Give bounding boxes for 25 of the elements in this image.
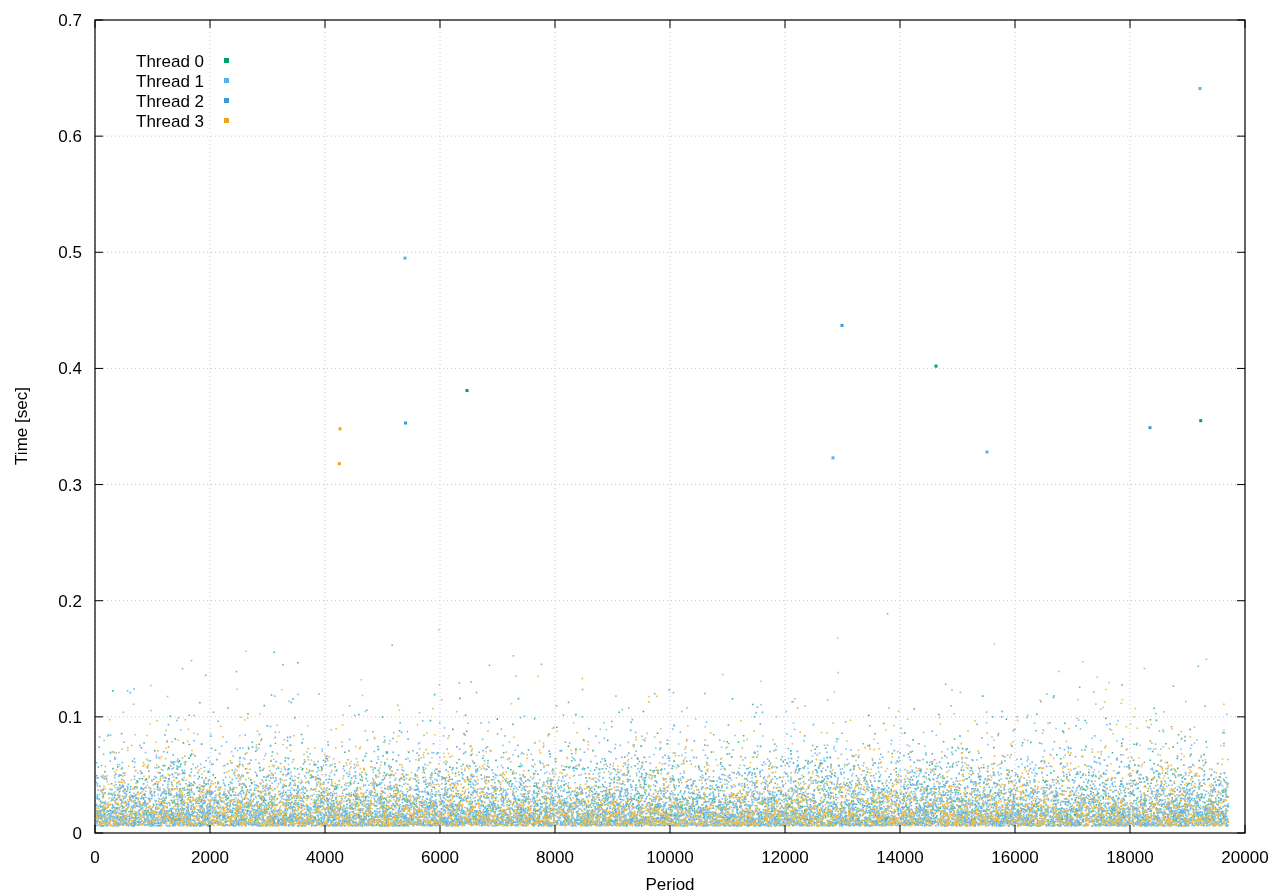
x-tick-label: 6000 bbox=[421, 848, 459, 867]
x-tick-label: 2000 bbox=[191, 848, 229, 867]
x-axis-title: Period bbox=[645, 875, 695, 894]
y-tick-label: 0.1 bbox=[58, 707, 82, 727]
y-tick-label: 0.6 bbox=[58, 127, 82, 147]
x-tick-label: 0 bbox=[90, 848, 100, 867]
x-tick-label: 20000 bbox=[1221, 848, 1269, 867]
x-tick-label: 16000 bbox=[991, 848, 1039, 867]
y-tick-label: 0.3 bbox=[58, 475, 82, 495]
y-tick-label: 0 bbox=[72, 824, 82, 843]
x-tick-label: 10000 bbox=[646, 848, 694, 867]
x-tick-label: 4000 bbox=[306, 848, 344, 867]
y-tick-label: 0.4 bbox=[58, 359, 82, 379]
legend-label: Thread 1 bbox=[136, 72, 205, 91]
x-tick-label: 18000 bbox=[1106, 848, 1154, 867]
legend-label: Thread 3 bbox=[136, 112, 205, 131]
legend-label: Thread 0 bbox=[136, 52, 205, 71]
x-tick-label: 8000 bbox=[536, 848, 574, 867]
y-tick-label: 0.7 bbox=[58, 11, 82, 30]
legend-label: Thread 2 bbox=[136, 92, 205, 111]
x-tick-label: 14000 bbox=[876, 848, 924, 867]
y-tick-label: 0.5 bbox=[58, 243, 82, 263]
y-axis-title: Time [sec] bbox=[12, 387, 31, 465]
y-tick-label: 0.2 bbox=[58, 591, 82, 611]
x-tick-label: 12000 bbox=[761, 848, 809, 867]
